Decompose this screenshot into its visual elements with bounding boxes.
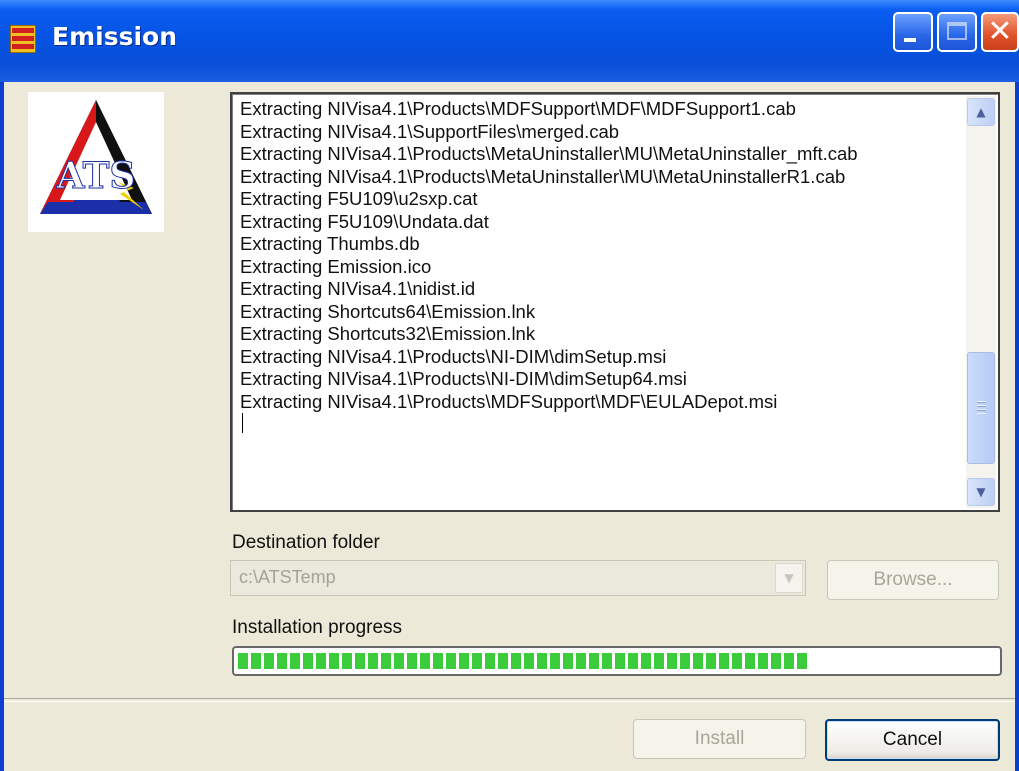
ats-logo: ATS [28,92,164,232]
log-line: Extracting Shortcuts64\Emission.lnk [240,300,536,322]
log-line: Extracting NIVisa4.1\nidist.id [240,278,476,299]
log-line: Extracting NIVisa4.1\Products\MetaUninst… [240,165,846,187]
window-title: Emission [52,22,177,51]
cancel-button[interactable]: Cancel [825,719,1000,761]
log-line: Extracting Shortcuts32\Emission.lnk [240,323,536,344]
installer-window: Emission ✕ ATS Extracting NIVisa4.1\Prod… [0,0,1019,771]
scroll-up-arrow-icon[interactable]: ▲ [967,98,995,126]
minimize-button[interactable] [893,12,933,52]
log-line: Extracting NIVisa4.1\Products\NI-DIM\dim… [240,368,687,389]
separator [4,698,1015,702]
log-line: Extracting NIVisa4.1\Products\MDFSupport… [240,98,796,119]
log-scrollbar[interactable]: ▲ ▼ [966,96,996,508]
scroll-down-arrow-icon[interactable]: ▼ [967,478,995,506]
close-button[interactable]: ✕ [981,12,1019,52]
log-line: Extracting NIVisa4.1\SupportFiles\merged… [240,120,620,142]
installation-progress-label: Installation progress [232,617,403,638]
installation-progress-bar [232,646,1002,676]
destination-folder-value: c:\ATSTemp [239,567,336,587]
log-line: Extracting F5U109\u2sxp.cat [240,188,478,209]
destination-folder-label: Destination folder [232,532,380,553]
minimize-icon [904,38,916,42]
extraction-log[interactable]: Extracting NIVisa4.1\Products\MDFSupport… [230,92,1000,512]
log-line: Extracting NIVisa4.1\Products\NI-DIM\dim… [240,345,667,367]
log-line: Extracting Emission.ico [240,255,432,277]
maximize-icon [947,22,967,40]
progress-fill [238,653,807,669]
scroll-thumb[interactable] [967,352,995,464]
close-icon: ✕ [987,14,1013,49]
log-line: Extracting NIVisa4.1\Products\MDFSupport… [240,390,778,412]
text-caret [242,413,243,433]
log-line: Extracting Thumbs.db [240,233,420,254]
destination-folder-combo[interactable]: c:\ATSTemp ▼ [230,560,806,596]
title-bar[interactable]: Emission ✕ [0,0,1019,82]
grip-icon [977,401,986,414]
installer-icon[interactable] [10,25,36,53]
chevron-down-icon[interactable]: ▼ [775,563,803,593]
logo-text: ATS [56,155,136,197]
maximize-button[interactable] [937,12,977,52]
log-line: Extracting NIVisa4.1\Products\MetaUninst… [240,143,858,164]
dialog-body: ATS Extracting NIVisa4.1\Products\MDFSup… [4,82,1015,771]
ats-logo-graphic: ATS [40,100,152,214]
log-line: Extracting F5U109\Undata.dat [240,210,489,232]
browse-button[interactable]: Browse... [827,560,999,600]
log-text-area[interactable]: Extracting NIVisa4.1\Products\MDFSupport… [240,98,962,506]
install-button[interactable]: Install [633,719,806,759]
